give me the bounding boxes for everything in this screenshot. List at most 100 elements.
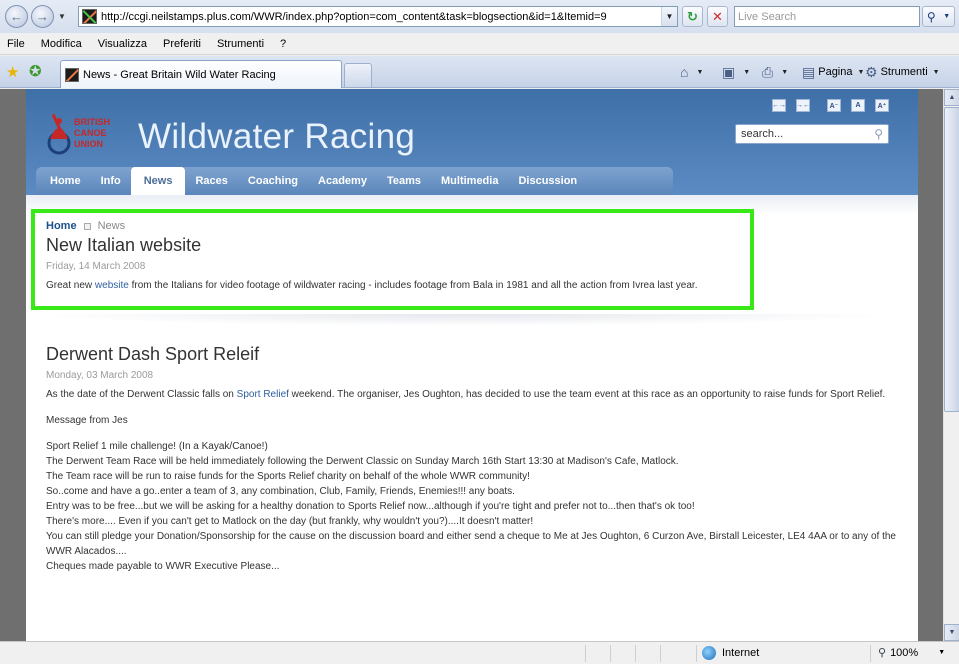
article-line: Cheques made payable to WWR Executive Pl…	[46, 561, 280, 572]
status-divider	[870, 645, 871, 662]
rss-icon: ▣	[722, 63, 736, 80]
status-divider	[585, 645, 586, 662]
search-icon[interactable]: ⚲	[874, 127, 883, 141]
live-search-input[interactable]: Live Search	[734, 6, 920, 27]
nav-discussion[interactable]: Discussion	[508, 167, 587, 195]
nav-races[interactable]: Races	[185, 167, 237, 195]
add-favorite-icon[interactable]: ✪	[29, 62, 42, 80]
security-zone[interactable]: Internet	[702, 646, 759, 660]
nav-info[interactable]: Info	[91, 167, 131, 195]
status-divider	[660, 645, 661, 662]
zoom-icon: ⚲	[878, 647, 887, 659]
article-lines: Sport Relief 1 mile challenge! (In a Kay…	[46, 439, 906, 574]
address-toolbar: ← → ▼ http://ccgi.neilstamps.plus.com/WW…	[0, 0, 959, 33]
url-input[interactable]: http://ccgi.neilstamps.plus.com/WWR/inde…	[101, 11, 661, 23]
forward-arrow-icon: →	[36, 9, 49, 24]
new-tab-button[interactable]	[344, 63, 372, 87]
search-button[interactable]: ⚲ ▼	[922, 6, 955, 27]
site-search-input[interactable]: search... ⚲	[735, 124, 889, 144]
vertical-scrollbar[interactable]: ▲ ▼	[943, 89, 959, 641]
tools-menu-button[interactable]: ⚙ Strumenti ▼	[865, 62, 940, 82]
scroll-thumb[interactable]	[944, 107, 959, 412]
chevron-down-icon: ▼	[665, 12, 674, 21]
chevron-down-icon: ▼	[743, 68, 751, 76]
article-derwent-dash: Derwent Dash Sport Releif Monday, 03 Mar…	[46, 341, 906, 574]
zoom-control[interactable]: ⚲ 100% ▼	[878, 646, 945, 660]
breadcrumb: Home News	[46, 220, 906, 232]
page-viewport: BRITISH CANOE UNION Wildwater Racing ←→ …	[0, 89, 943, 641]
menu-help[interactable]: ?	[272, 38, 294, 50]
breadcrumb-current: News	[97, 220, 126, 232]
site-title: Wildwater Racing	[138, 117, 416, 156]
nav-academy[interactable]: Academy	[308, 167, 377, 195]
article-line: The Derwent Team Race will be held immed…	[46, 456, 679, 467]
nav-multimedia[interactable]: Multimedia	[431, 167, 508, 195]
address-bar[interactable]: http://ccgi.neilstamps.plus.com/WWR/inde…	[78, 6, 678, 27]
feeds-button[interactable]: ▣ ▼	[722, 62, 750, 82]
menu-tools[interactable]: Strumenti	[209, 38, 272, 50]
chevron-down-icon: ▼	[781, 68, 789, 76]
menu-view[interactable]: Visualizza	[90, 38, 155, 50]
site-favicon-icon	[82, 9, 97, 24]
nav-teams[interactable]: Teams	[377, 167, 431, 195]
breadcrumb-separator-icon	[83, 222, 91, 230]
status-divider	[696, 645, 697, 662]
chevron-up-icon: ▲	[948, 94, 956, 101]
breadcrumb-home-link[interactable]: Home	[46, 220, 77, 232]
home-icon: ⌂	[680, 64, 689, 80]
website-link[interactable]: website	[95, 280, 129, 291]
back-button[interactable]: ←	[5, 5, 28, 28]
globe-icon	[702, 646, 716, 660]
article-body: Great new website from the Italians for …	[46, 280, 698, 291]
status-bar: Internet ⚲ 100% ▼	[0, 641, 959, 664]
message-from: Message from Jes	[46, 415, 128, 426]
article-title: Derwent Dash Sport Releif	[46, 344, 260, 364]
nav-home[interactable]: Home	[36, 167, 91, 195]
article-line: So..come and have a go..enter a team of …	[46, 486, 515, 497]
search-icon: ⚲	[926, 9, 936, 24]
page-menu-button[interactable]: ▤ Pagina ▼	[802, 62, 864, 82]
favorites-star-icon[interactable]: ★	[6, 63, 19, 81]
refresh-button[interactable]: ↻	[682, 6, 703, 27]
home-button[interactable]: ⌂ ▼	[680, 62, 703, 82]
article-line: Entry was to be free...but we will be as…	[46, 501, 695, 512]
gear-icon: ⚙	[865, 63, 878, 80]
article-line: The Team race will be run to raise funds…	[46, 471, 530, 482]
font-increase-button[interactable]: A⁺	[875, 99, 889, 112]
article-date: Monday, 03 March 2008	[46, 370, 154, 381]
print-button[interactable]: ⎙ ▼	[762, 62, 788, 82]
tools-menu-label: Strumenti	[880, 66, 928, 78]
tab-bar: ★ ✪ News - Great Britain Wild Water Raci…	[0, 56, 959, 88]
article-divider	[31, 314, 901, 326]
nav-coaching[interactable]: Coaching	[238, 167, 308, 195]
site-favicon-icon	[65, 67, 79, 82]
font-reset-button[interactable]: A	[851, 99, 865, 112]
chevron-down-icon: ▼	[948, 629, 956, 636]
bcu-logo[interactable]: BRITISH CANOE UNION	[44, 103, 124, 159]
scroll-up-button[interactable]: ▲	[944, 89, 959, 106]
chevron-down-icon: ▼	[932, 68, 940, 76]
refresh-icon: ↻	[687, 8, 698, 24]
site-page: BRITISH CANOE UNION Wildwater Racing ←→ …	[26, 89, 918, 641]
close-icon: ✕	[712, 8, 723, 24]
menu-file[interactable]: File	[0, 38, 33, 50]
nav-news[interactable]: News	[130, 167, 186, 195]
wide-layout-button[interactable]: ←→	[772, 99, 786, 112]
article-line: There's more.... Even if you can't get t…	[46, 516, 534, 527]
forward-button[interactable]: →	[31, 5, 54, 28]
bcu-logo-text: BRITISH CANOE UNION	[74, 117, 110, 149]
sport-relief-link[interactable]: Sport Relief	[237, 389, 289, 400]
narrow-layout-button[interactable]: →←	[796, 99, 810, 112]
printer-icon: ⎙	[762, 63, 774, 80]
scroll-down-button[interactable]: ▼	[944, 624, 959, 641]
stop-button[interactable]: ✕	[707, 6, 728, 27]
zone-label: Internet	[722, 647, 760, 659]
back-arrow-icon: ←	[10, 9, 23, 24]
history-dropdown[interactable]: ▼	[56, 12, 68, 21]
menu-edit[interactable]: Modifica	[33, 38, 90, 50]
menu-favorites[interactable]: Preferiti	[155, 38, 209, 50]
font-decrease-button[interactable]: A⁻	[827, 99, 841, 112]
tab-news[interactable]: News - Great Britain Wild Water Racing	[60, 60, 342, 88]
page-icon: ▤	[802, 63, 816, 80]
url-dropdown-button[interactable]: ▼	[661, 7, 677, 26]
